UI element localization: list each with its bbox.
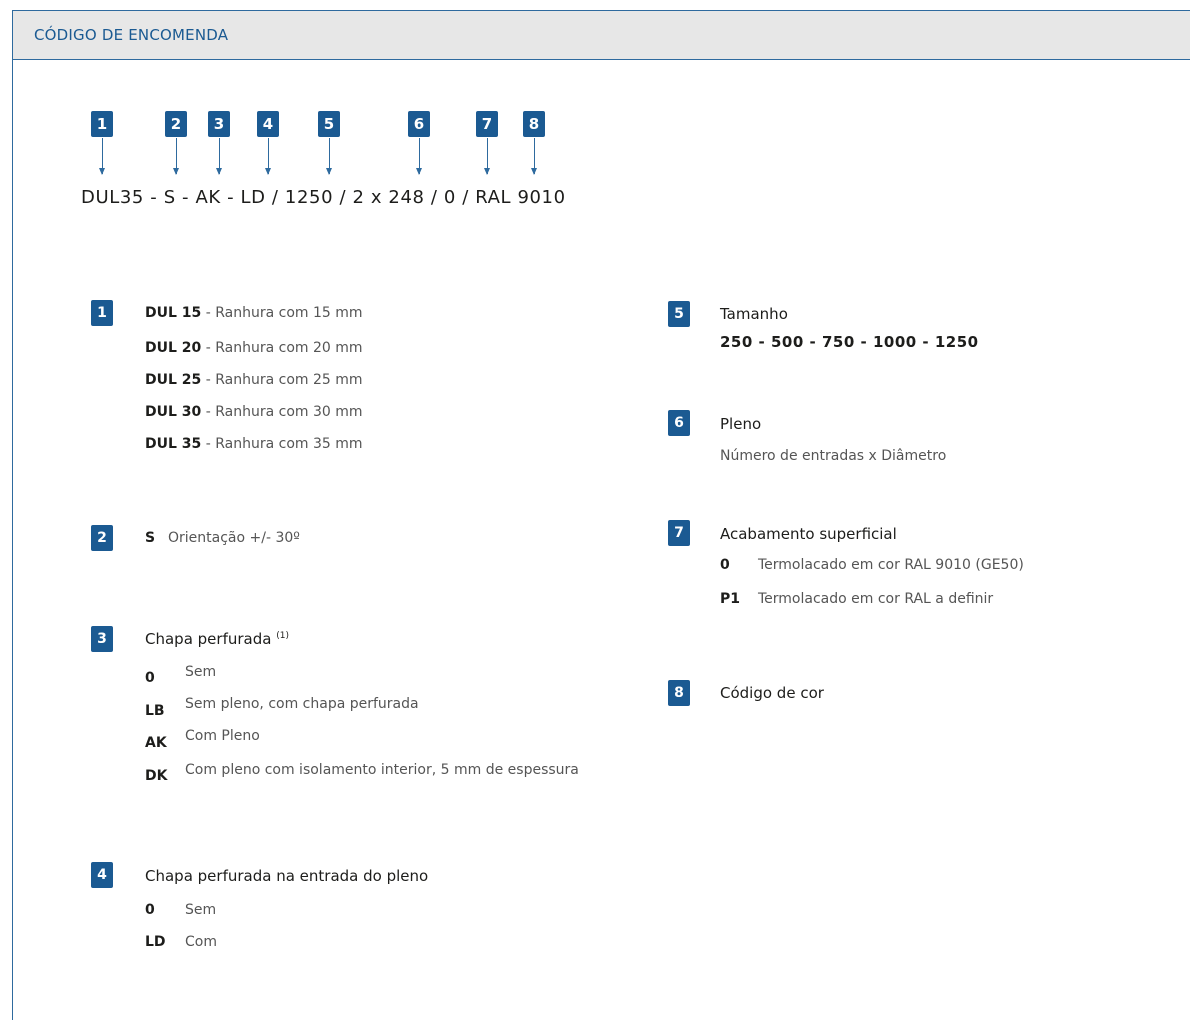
list-item-code: 0 — [145, 902, 155, 918]
list-item-code: DK — [145, 768, 168, 784]
section-badge-5: 5 — [668, 301, 690, 327]
section-badge-2: 2 — [91, 525, 113, 551]
section-title: Pleno — [720, 415, 762, 433]
section-badge-4: 4 — [91, 862, 113, 888]
list-item-code: AK — [145, 735, 167, 751]
list-item-desc: Orientação +/- 30º — [168, 530, 300, 546]
arrow-down-icon — [326, 138, 332, 175]
list-item-code: LB — [145, 703, 165, 719]
section-title: Chapa perfurada na entrada do pleno — [145, 867, 429, 885]
list-item-desc: Com pleno com isolamento interior, 5 mm … — [185, 762, 579, 778]
section-badge-7: 7 — [668, 520, 690, 546]
arrow-down-icon — [531, 138, 537, 175]
page-title: CÓDIGO DE ENCOMENDA — [34, 26, 229, 44]
section-title: Tamanho — [720, 305, 788, 323]
list-item-desc: Com — [185, 934, 217, 950]
section-desc: Número de entradas x Diâmetro — [720, 448, 947, 464]
list-item-desc: Com Pleno — [185, 728, 260, 744]
list-item: DUL 25 - Ranhura com 25 mm — [145, 372, 363, 388]
size-values: 250 - 500 - 750 - 1000 - 1250 — [720, 333, 979, 351]
section-badge-1: 1 — [91, 300, 113, 326]
list-item: DUL 35 - Ranhura com 35 mm — [145, 436, 363, 452]
code-badge-6: 6 — [408, 111, 430, 137]
section-badge-6: 6 — [668, 410, 690, 436]
section-badge-3: 3 — [91, 626, 113, 652]
section-title: Chapa perfurada (1) — [145, 630, 289, 648]
list-item-code: LD — [145, 934, 166, 950]
list-item-code: P1 — [720, 591, 741, 607]
list-item-desc: Sem — [185, 664, 217, 680]
list-item-desc: Termolacado em cor RAL 9010 (GE50) — [758, 557, 1024, 573]
section-title: Acabamento superficial — [720, 525, 897, 543]
code-badge-5: 5 — [318, 111, 340, 137]
order-code: DUL35 - S - AK - LD / 1250 / 2 x 248 / 0… — [81, 187, 566, 208]
list-item-code: 0 — [720, 557, 730, 573]
code-badge-7: 7 — [476, 111, 498, 137]
list-item: S — [145, 530, 156, 546]
list-item: DUL 15 - Ranhura com 15 mm — [145, 305, 363, 321]
list-item-code: 0 — [145, 670, 155, 686]
arrow-down-icon — [99, 138, 105, 175]
section-title: Código de cor — [720, 684, 824, 702]
list-item: DUL 20 - Ranhura com 20 mm — [145, 340, 363, 356]
code-badge-3: 3 — [208, 111, 230, 137]
code-badge-8: 8 — [523, 111, 545, 137]
code-badge-2: 2 — [165, 111, 187, 137]
header-bar: CÓDIGO DE ENCOMENDA — [13, 11, 1190, 60]
arrow-down-icon — [265, 138, 271, 175]
code-badge-4: 4 — [257, 111, 279, 137]
code-badge-1: 1 — [91, 111, 113, 137]
section-badge-8: 8 — [668, 680, 690, 706]
list-item: DUL 30 - Ranhura com 30 mm — [145, 404, 363, 420]
list-item-desc: Sem pleno, com chapa perfurada — [185, 696, 419, 712]
list-item-desc: Sem — [185, 902, 217, 918]
arrow-down-icon — [484, 138, 490, 175]
arrow-down-icon — [173, 138, 179, 175]
arrow-down-icon — [216, 138, 222, 175]
arrow-down-icon — [416, 138, 422, 175]
list-item-desc: Termolacado em cor RAL a definir — [758, 591, 994, 607]
